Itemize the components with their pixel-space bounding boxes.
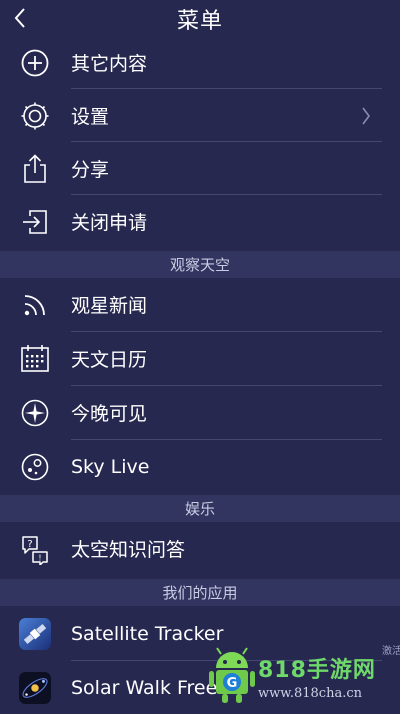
svg-text:!: !	[38, 553, 41, 562]
header-bar: 菜单	[0, 0, 400, 36]
app-item-label: Satellite Tracker	[71, 622, 224, 645]
menu-item-label: 其它内容	[71, 53, 148, 75]
page-title: 菜单	[176, 9, 223, 34]
menu-item-space-quiz[interactable]: ? ! 太空知识问答	[0, 522, 400, 575]
menu-item-sky-live[interactable]: Sky Live	[0, 440, 400, 493]
menu-item-stargazing-news[interactable]: 观星新闻	[0, 278, 400, 331]
satellite-app-icon	[19, 617, 51, 650]
section-header-our-apps: 我们的应用	[0, 579, 400, 606]
menu-item-astronomy-calendar[interactable]: 天文日历	[0, 332, 400, 385]
sign-in-icon	[19, 206, 51, 238]
svg-text:?: ?	[27, 539, 32, 550]
menu-item-label: 今晚可见	[71, 403, 148, 425]
menu-item-label: Sky Live	[71, 455, 150, 478]
section-header-observe: 观察天空	[0, 251, 400, 278]
menu-item-visible-tonight[interactable]: 今晚可见	[0, 386, 400, 439]
rss-icon	[19, 289, 51, 321]
solar-walk-app-icon	[19, 671, 51, 704]
menu-item-label: 观星新闻	[71, 295, 148, 317]
section-header-entertainment: 娱乐	[0, 495, 400, 522]
calendar-icon	[19, 343, 51, 375]
planet-moons-icon	[19, 451, 51, 483]
menu-item-label: 设置	[71, 106, 110, 128]
share-icon	[19, 153, 51, 185]
app-item-solar-walk-free[interactable]: Solar Walk Free	[0, 661, 400, 714]
menu-item-settings[interactable]: 设置	[0, 89, 400, 142]
app-item-label: Solar Walk Free	[71, 676, 218, 699]
menu-item-label: 天文日历	[71, 349, 148, 371]
gear-icon	[19, 100, 51, 132]
menu-item-close-request[interactable]: 关闭申请	[0, 195, 400, 248]
quiz-bubble-icon: ? !	[19, 533, 51, 565]
menu-item-label: 太空知识问答	[71, 539, 186, 561]
menu-item-label: 关闭申请	[71, 212, 148, 234]
menu-item-more-content[interactable]: 其它内容	[0, 36, 400, 89]
chevron-right-icon	[358, 105, 374, 127]
menu-item-label: 分享	[71, 159, 110, 181]
app-item-satellite-tracker[interactable]: Satellite Tracker	[0, 607, 400, 660]
compass-star-icon	[19, 397, 51, 429]
plus-circle-icon	[19, 47, 51, 79]
menu-item-share[interactable]: 分享	[0, 142, 400, 195]
